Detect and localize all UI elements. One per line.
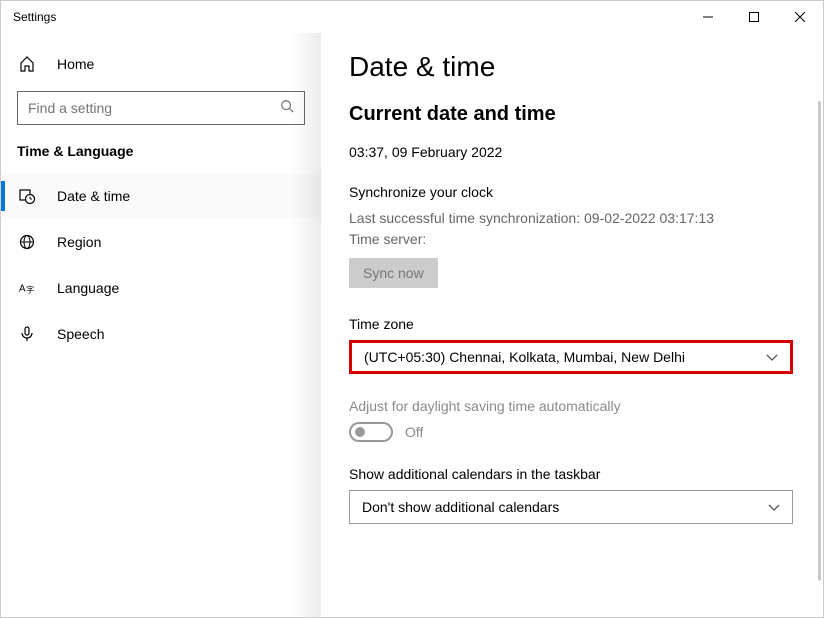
timezone-value: (UTC+05:30) Chennai, Kolkata, Mumbai, Ne…	[364, 349, 685, 365]
home-nav[interactable]: Home	[1, 43, 321, 85]
close-button[interactable]	[777, 1, 823, 33]
calendar-clock-icon	[19, 188, 39, 204]
home-icon	[19, 56, 39, 72]
calendars-label: Show additional calendars in the taskbar	[349, 466, 795, 482]
sidebar-item-language[interactable]: A字 Language	[1, 265, 321, 311]
sidebar-item-label: Date & time	[57, 188, 130, 204]
page-title: Date & time	[349, 51, 795, 83]
sync-now-button[interactable]: Sync now	[349, 258, 438, 288]
sync-info: Last successful time synchronization: 09…	[349, 208, 795, 250]
current-datetime-value: 03:37, 09 February 2022	[349, 144, 795, 160]
minimize-button[interactable]	[685, 1, 731, 33]
timezone-dropdown[interactable]: (UTC+05:30) Chennai, Kolkata, Mumbai, Ne…	[349, 340, 793, 374]
timezone-label: Time zone	[349, 316, 795, 332]
sidebar-item-label: Speech	[57, 326, 104, 342]
dst-state: Off	[405, 424, 423, 440]
language-icon: A字	[19, 280, 39, 296]
sidebar: Home Time & Language Date & time Region …	[1, 33, 321, 617]
scrollbar[interactable]	[818, 101, 821, 581]
sidebar-item-speech[interactable]: Speech	[1, 311, 321, 357]
dst-toggle	[349, 422, 393, 442]
main-content: Date & time Current date and time 03:37,…	[321, 33, 823, 617]
sync-server: Time server:	[349, 229, 795, 250]
chevron-down-icon	[768, 501, 780, 513]
sidebar-item-label: Region	[57, 234, 101, 250]
search-input[interactable]	[28, 100, 280, 116]
section-title: Time & Language	[1, 143, 321, 173]
svg-text:字: 字	[26, 284, 34, 294]
calendars-dropdown[interactable]: Don't show additional calendars	[349, 490, 793, 524]
search-icon	[280, 99, 294, 118]
microphone-icon	[19, 326, 39, 342]
sidebar-item-label: Language	[57, 280, 119, 296]
sync-heading: Synchronize your clock	[349, 184, 795, 200]
home-label: Home	[57, 56, 94, 72]
current-datetime-heading: Current date and time	[349, 103, 795, 126]
maximize-button[interactable]	[731, 1, 777, 33]
svg-text:A: A	[19, 284, 26, 295]
titlebar: Settings	[1, 1, 823, 33]
sidebar-item-region[interactable]: Region	[1, 219, 321, 265]
window-title: Settings	[13, 10, 56, 24]
sync-last: Last successful time synchronization: 09…	[349, 208, 795, 229]
calendars-value: Don't show additional calendars	[362, 499, 559, 515]
dst-label: Adjust for daylight saving time automati…	[349, 398, 795, 414]
globe-icon	[19, 234, 39, 250]
chevron-down-icon	[766, 351, 778, 363]
sidebar-item-date-time[interactable]: Date & time	[1, 173, 321, 219]
search-input-container[interactable]	[17, 91, 305, 125]
